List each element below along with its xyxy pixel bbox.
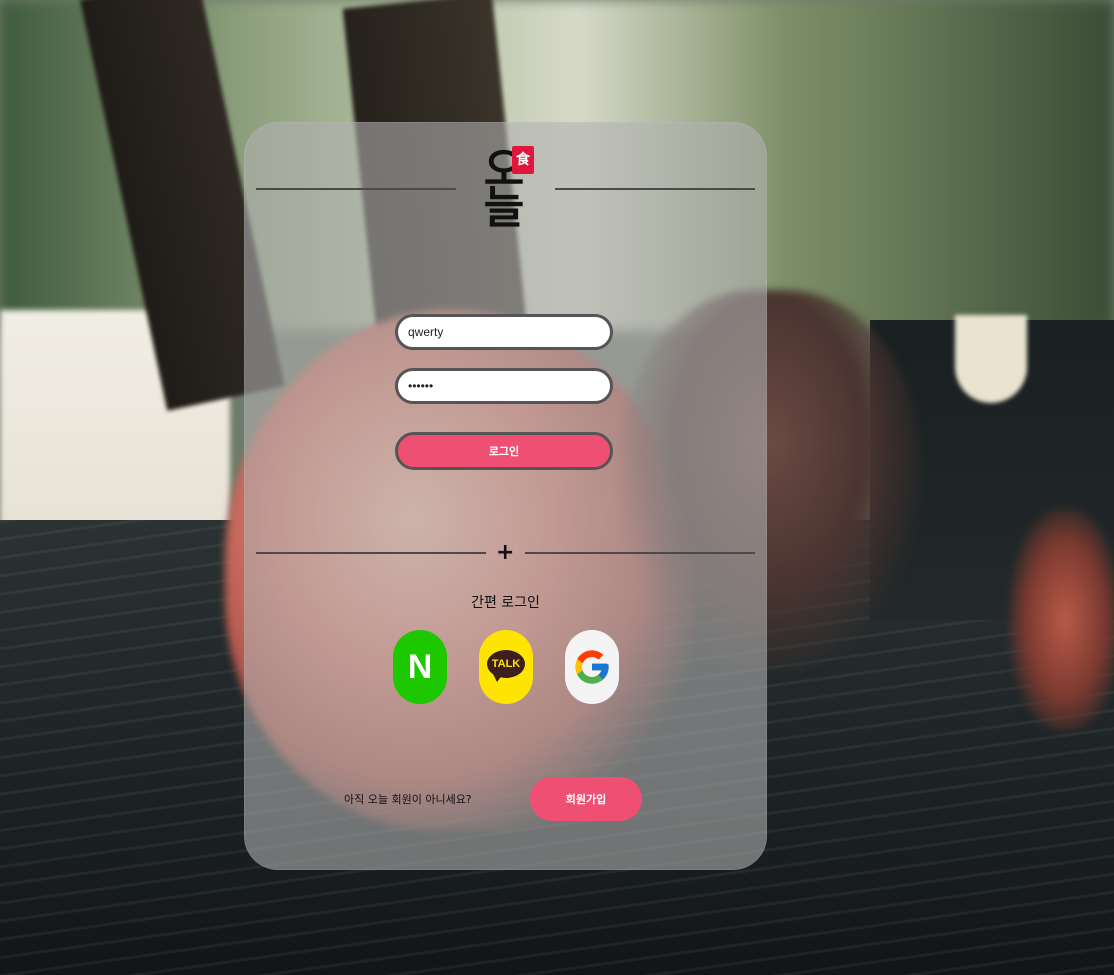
logo-divider-left xyxy=(256,188,456,190)
login-button[interactable]: 로그인 xyxy=(395,432,613,470)
naver-login-button[interactable]: N xyxy=(393,630,447,704)
divider-right xyxy=(525,552,755,554)
logo-stamp: 食 xyxy=(512,146,534,174)
kakao-login-button[interactable]: TALK xyxy=(479,630,533,704)
username-input[interactable] xyxy=(395,314,613,350)
login-card: 오늘 食 로그인 + 간편 로그인 N TALK 아직 오늘 회원이 아니세요?… xyxy=(244,122,767,870)
kakao-bubble-tail xyxy=(493,674,503,682)
password-input[interactable] xyxy=(395,368,613,404)
brand-logo: 오늘 食 xyxy=(474,142,534,234)
background-steak-edge xyxy=(1010,510,1114,730)
plus-icon: + xyxy=(496,540,515,565)
easy-login-label: 간편 로그인 xyxy=(471,595,540,611)
google-login-button[interactable] xyxy=(565,630,619,704)
google-icon xyxy=(565,630,619,704)
background-notch xyxy=(955,315,1027,403)
naver-icon: N xyxy=(393,630,447,704)
signup-prompt: 아직 오늘 회원이 아니세요? xyxy=(344,793,472,806)
google-g-logo xyxy=(575,650,609,684)
logo-divider-right xyxy=(555,188,755,190)
divider-left xyxy=(256,552,486,554)
kakao-talk-icon: TALK xyxy=(479,630,533,704)
signup-button[interactable]: 회원가입 xyxy=(530,777,642,821)
